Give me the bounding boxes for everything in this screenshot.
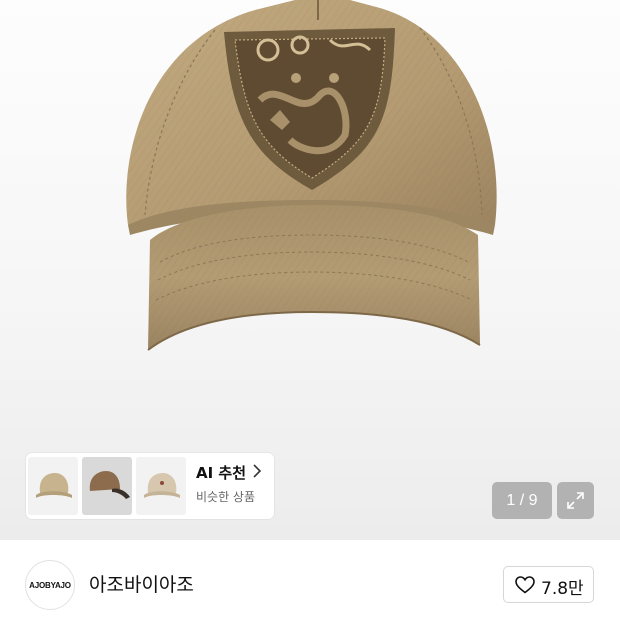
shop-logo-text: AJOBYAJO: [29, 580, 71, 590]
cap-thumbnail-icon: [89, 471, 130, 499]
shop-name[interactable]: 아조바이아조: [89, 570, 194, 597]
like-button[interactable]: 7.8만: [503, 566, 594, 603]
product-image-area[interactable]: AI 추천 비슷한 상품 1 / 9: [0, 0, 620, 540]
recommend-thumbnail-1[interactable]: [28, 457, 78, 515]
recommend-thumbnail-3[interactable]: [136, 457, 186, 515]
cap-thumbnail-icon: [36, 473, 72, 498]
recommend-thumbnail-2[interactable]: [82, 457, 132, 515]
expand-arrows-icon: [567, 492, 584, 509]
chevron-right-icon[interactable]: [252, 464, 262, 478]
ai-recommend-title[interactable]: AI 추천: [196, 462, 246, 483]
like-count: 7.8만: [541, 579, 584, 599]
cap-thumbnail-icon: [144, 473, 180, 498]
ai-recommend-subtitle: 비슷한 상품: [196, 490, 256, 504]
shop-logo-avatar[interactable]: AJOBYAJO: [25, 560, 75, 610]
image-counter: 1 / 9: [492, 482, 552, 519]
heart-outline-icon: [515, 576, 535, 594]
expand-image-button[interactable]: [557, 482, 594, 519]
